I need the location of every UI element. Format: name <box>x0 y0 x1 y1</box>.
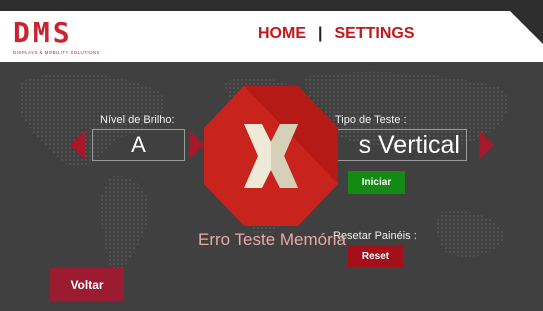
brightness-value: A <box>92 129 185 161</box>
test-type-label: Tipo de Teste : <box>335 114 407 126</box>
app-header: DMS DISPLAYS & MOBILITY SOLUTIONS HOME |… <box>0 0 543 62</box>
settings-panel: Nível de Brilho: A Tipo de Teste : s Ver… <box>0 62 543 311</box>
test-type-next-arrow-icon[interactable] <box>479 130 494 160</box>
logo-tagline: DISPLAYS & MOBILITY SOLUTIONS <box>13 50 100 55</box>
brightness-decrease-arrow-icon[interactable] <box>70 130 85 160</box>
test-type-value-text: s Vertical <box>358 130 460 159</box>
start-test-button[interactable]: Iniciar <box>348 171 405 194</box>
nav-settings[interactable]: SETTINGS <box>334 25 414 43</box>
brightness-value-text: A <box>131 132 146 157</box>
error-x-icon <box>204 86 338 226</box>
brightness-label: Nível de Brilho: <box>100 114 175 126</box>
main-nav: HOME | SETTINGS <box>258 23 415 45</box>
reset-button[interactable]: Reset <box>348 245 403 267</box>
back-button[interactable]: Voltar <box>50 268 124 301</box>
logo-text: DMS <box>13 18 113 48</box>
dms-logo: DMS DISPLAYS & MOBILITY SOLUTIONS <box>13 18 113 60</box>
nav-home[interactable]: HOME <box>258 25 306 43</box>
header-corner-decoration <box>510 11 543 44</box>
start-test-button-label: Iniciar <box>361 177 392 188</box>
back-button-label: Voltar <box>70 277 104 292</box>
brightness-increase-arrow-icon[interactable] <box>189 130 204 160</box>
header-top-bar <box>0 0 543 11</box>
nav-separator: | <box>318 25 323 42</box>
reset-button-label: Reset <box>361 250 390 262</box>
error-message: Erro Teste Memória <box>198 230 347 249</box>
